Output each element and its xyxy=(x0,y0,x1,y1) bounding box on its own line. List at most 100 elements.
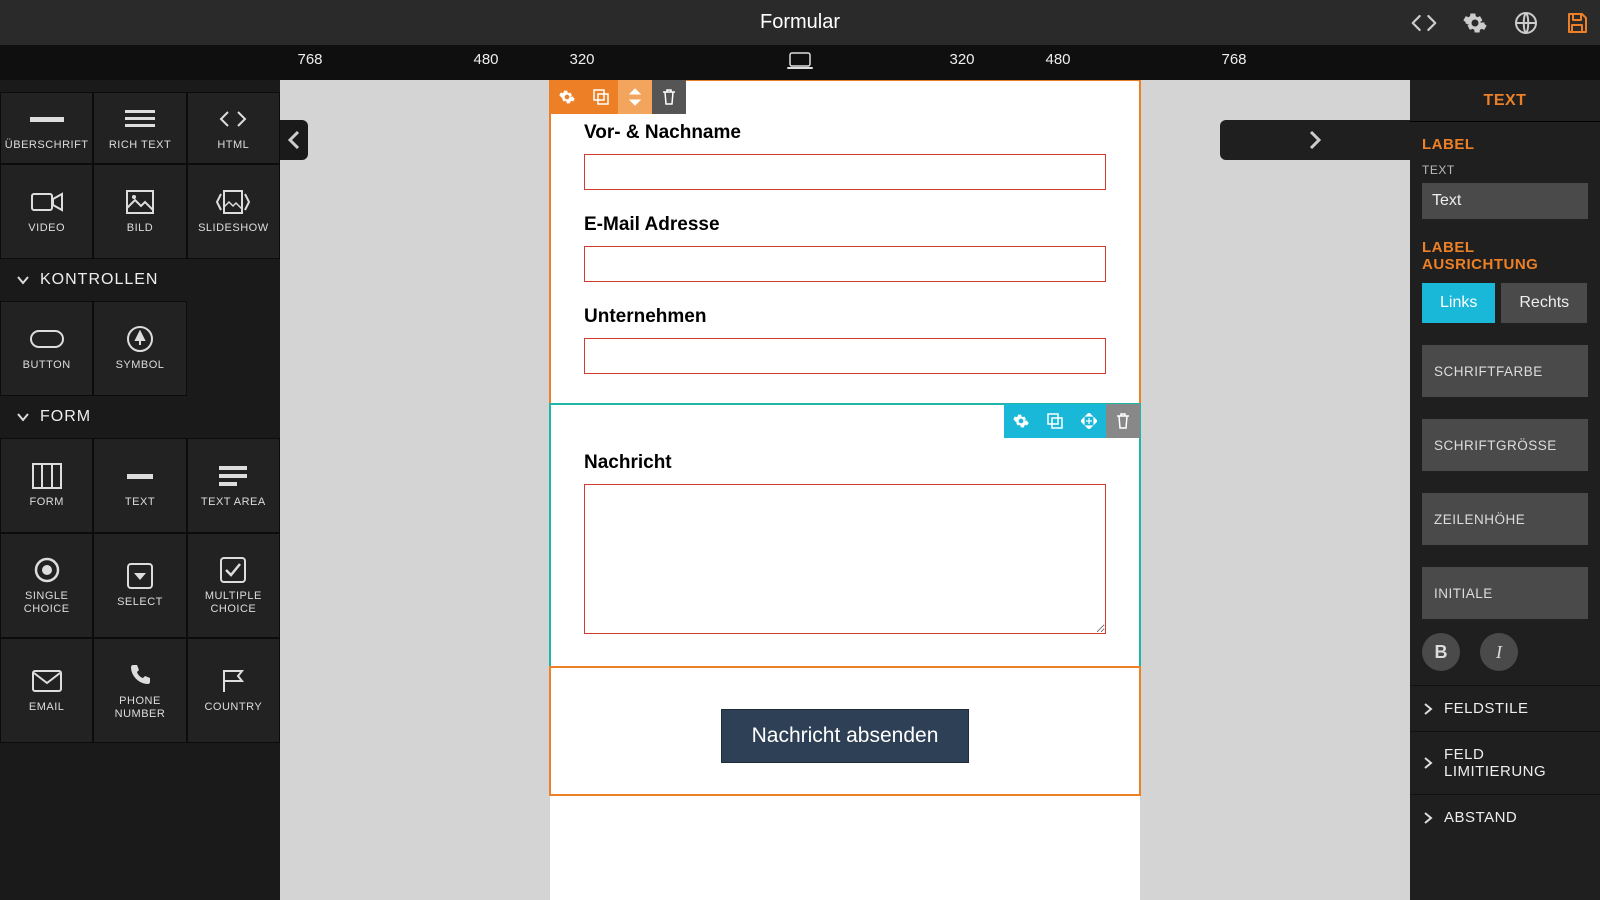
text-icon xyxy=(127,462,153,490)
italic-toggle[interactable]: I xyxy=(1480,633,1518,671)
widget-heading[interactable]: ÜBERSCHRIFT xyxy=(0,92,93,164)
widget-label: SYMBOL xyxy=(116,359,165,372)
block-settings-button[interactable] xyxy=(1004,404,1038,438)
field-label: Vor- & Nachname xyxy=(584,122,1106,144)
prop-heading-label: LABEL xyxy=(1422,136,1588,153)
widget-multiple-choice[interactable]: MULTIPLE CHOICE xyxy=(187,533,280,638)
slideshow-icon xyxy=(216,188,250,216)
form-block-top[interactable]: Vor- & Nachname E-Mail Adresse Unternehm… xyxy=(550,80,1140,404)
align-segment: Links Rechts xyxy=(1422,283,1588,323)
gear-icon[interactable] xyxy=(1462,10,1488,36)
field-label: Nachricht xyxy=(584,452,1106,474)
email-input[interactable] xyxy=(584,246,1106,282)
widget-label: HTML xyxy=(217,139,249,152)
ruler-tick: 320 xyxy=(569,51,594,68)
code-icon[interactable] xyxy=(1411,10,1437,36)
widget-richtext[interactable]: RICH TEXT xyxy=(93,92,186,164)
chevron-right-icon xyxy=(1422,812,1434,824)
block-duplicate-button[interactable] xyxy=(584,80,618,114)
form-icon xyxy=(32,462,62,490)
prop-heading-align: LABEL AUSRICHTUNG xyxy=(1422,239,1588,273)
block-move-button[interactable] xyxy=(1072,404,1106,438)
submit-button[interactable]: Nachricht absenden xyxy=(721,709,970,763)
widget-label: PHONE NUMBER xyxy=(94,695,185,720)
company-input[interactable] xyxy=(584,338,1106,374)
widget-country[interactable]: COUNTRY xyxy=(187,638,280,743)
block-toolbar xyxy=(550,80,686,114)
align-rechts-button[interactable]: Rechts xyxy=(1501,283,1587,323)
phone-icon xyxy=(128,661,152,689)
canvas-next[interactable] xyxy=(1220,120,1410,160)
accordion-feldlimit[interactable]: FELD LIMITIERUNG xyxy=(1410,731,1600,794)
canvas-prev[interactable] xyxy=(280,120,308,160)
accordion-label: FELDSTILE xyxy=(1444,700,1529,717)
name-input[interactable] xyxy=(584,154,1106,190)
text-style-toggles: B I xyxy=(1410,619,1600,685)
field-label: Unternehmen xyxy=(584,306,1106,328)
ruler-tick: 480 xyxy=(473,51,498,68)
widget-label: ÜBERSCHRIFT xyxy=(5,139,89,152)
canvas[interactable]: Vor- & Nachname E-Mail Adresse Unternehm… xyxy=(280,80,1410,900)
prop-initiale[interactable]: INITIALE xyxy=(1422,567,1588,619)
widget-slideshow[interactable]: SLIDESHOW xyxy=(187,164,280,259)
prop-schriftfarbe[interactable]: SCHRIFTFARBE xyxy=(1422,345,1588,397)
form-block-message[interactable]: Nachricht xyxy=(550,404,1140,667)
block-toolbar xyxy=(1004,404,1140,438)
block-duplicate-button[interactable] xyxy=(1038,404,1072,438)
ruler-tick: 480 xyxy=(1045,51,1070,68)
section-kontrollen[interactable]: KONTROLLEN xyxy=(0,259,280,301)
flag-icon xyxy=(220,667,246,695)
block-sort-button[interactable] xyxy=(618,80,652,114)
widget-select[interactable]: SELECT xyxy=(93,533,186,638)
button-icon xyxy=(30,325,64,353)
tab-text[interactable]: TEXT xyxy=(1410,80,1600,122)
chevron-right-icon xyxy=(1422,757,1434,769)
form-block-submit[interactable]: Nachricht absenden xyxy=(550,667,1140,795)
widget-label: EMAIL xyxy=(29,701,65,714)
section-form[interactable]: FORM xyxy=(0,396,280,438)
widget-label: COUNTRY xyxy=(204,701,262,714)
align-links-button[interactable]: Links xyxy=(1422,283,1495,323)
widget-text[interactable]: TEXT xyxy=(93,438,186,533)
label-text-input[interactable] xyxy=(1422,183,1588,219)
widget-label: VIDEO xyxy=(28,222,65,235)
field-message: Nachricht xyxy=(584,452,1106,639)
block-delete-button[interactable] xyxy=(652,80,686,114)
widget-email[interactable]: EMAIL xyxy=(0,638,93,743)
accordion-label: ABSTAND xyxy=(1444,809,1517,826)
widget-label: SELECT xyxy=(117,596,163,609)
prop-sublabel: TEXT xyxy=(1422,163,1588,177)
widget-symbol[interactable]: SYMBOL xyxy=(93,301,186,396)
widget-video[interactable]: VIDEO xyxy=(0,164,93,259)
widget-html[interactable]: HTML xyxy=(187,92,280,164)
accordion-feldstile[interactable]: FELDSTILE xyxy=(1410,685,1600,731)
widget-label: TEXT xyxy=(125,496,155,509)
block-delete-button[interactable] xyxy=(1106,404,1140,438)
richtext-icon xyxy=(125,105,155,133)
widget-button[interactable]: BUTTON xyxy=(0,301,93,396)
widget-form[interactable]: FORM xyxy=(0,438,93,533)
message-textarea[interactable] xyxy=(584,484,1106,634)
prop-zeilenhoehe[interactable]: ZEILENHÖHE xyxy=(1422,493,1588,545)
widget-image[interactable]: BILD xyxy=(93,164,186,259)
accordion-abstand[interactable]: ABSTAND xyxy=(1410,794,1600,840)
globe-icon[interactable] xyxy=(1513,10,1539,36)
image-icon xyxy=(126,188,154,216)
widget-phone[interactable]: PHONE NUMBER xyxy=(93,638,186,743)
widget-single-choice[interactable]: SINGLE CHOICE xyxy=(0,533,93,638)
save-icon[interactable] xyxy=(1564,10,1590,36)
device-icon[interactable] xyxy=(787,51,813,71)
select-icon xyxy=(127,562,153,590)
field-name: Vor- & Nachname xyxy=(584,122,1106,190)
field-label: E-Mail Adresse xyxy=(584,214,1106,236)
textarea-icon xyxy=(219,462,247,490)
page-title: Formular xyxy=(760,11,840,34)
widget-textarea[interactable]: TEXT AREA xyxy=(187,438,280,533)
widget-label: SINGLE CHOICE xyxy=(1,590,92,615)
ruler-tick: 320 xyxy=(949,51,974,68)
block-settings-button[interactable] xyxy=(550,80,584,114)
prop-schriftgroesse[interactable]: SCHRIFTGRÖSSE xyxy=(1422,419,1588,471)
ruler-tick: 768 xyxy=(1221,51,1246,68)
bold-toggle[interactable]: B xyxy=(1422,633,1460,671)
section-label: FORM xyxy=(40,408,91,426)
